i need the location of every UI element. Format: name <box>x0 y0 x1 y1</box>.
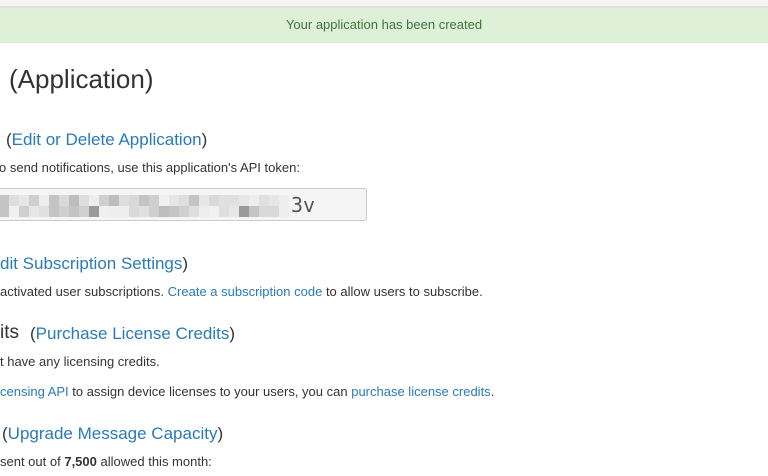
api-token-heading: (Edit or Delete Application) <box>6 130 207 150</box>
redaction-block <box>19 195 29 206</box>
redaction-block <box>199 206 209 217</box>
redaction-block <box>39 195 49 206</box>
subscription-close-paren: ) <box>182 254 189 273</box>
redaction-block <box>189 195 199 206</box>
create-subscription-code-link[interactable]: Create a subscription code <box>168 284 323 299</box>
edit-subscription-settings-link[interactable]: dit Subscription Settings <box>0 254 182 273</box>
redaction-block <box>0 206 9 217</box>
redaction-block <box>179 195 189 206</box>
subscription-text-before: activated user subscriptions. <box>0 284 165 299</box>
page: Your application has been created (Appli… <box>0 0 768 476</box>
licensing-middle-text: to assign device licenses to your users,… <box>72 384 348 399</box>
redaction-block <box>219 206 229 217</box>
licensing-heading-fragment: its <box>0 322 19 343</box>
redaction-block <box>99 195 109 206</box>
redaction-block <box>149 206 159 217</box>
redaction-block <box>249 206 259 217</box>
redaction-block <box>139 195 149 206</box>
redaction-block <box>9 206 19 217</box>
redaction-block <box>189 206 199 217</box>
redaction-block <box>89 206 99 217</box>
redaction-block <box>179 206 189 217</box>
redaction-block <box>169 195 179 206</box>
redaction-block <box>269 206 279 217</box>
redaction-block <box>229 195 239 206</box>
redaction-block <box>119 206 129 217</box>
redaction-block <box>209 195 219 206</box>
redaction-block <box>259 195 269 206</box>
redaction-block <box>169 206 179 217</box>
redaction-block <box>139 206 149 217</box>
licensing-end-period: . <box>490 384 495 399</box>
redaction-block <box>79 206 89 217</box>
message-capacity-text-before: sent out of <box>0 454 61 469</box>
subscription-heading: dit Subscription Settings) <box>0 254 188 274</box>
no-licensing-credits-text: t have any licensing credits. <box>0 354 160 369</box>
redaction-block <box>219 195 229 206</box>
redaction-block <box>39 206 49 217</box>
upgrade-message-capacity-link[interactable]: Upgrade Message Capacity <box>8 424 218 443</box>
redaction-block <box>269 195 279 206</box>
top-border <box>0 0 768 7</box>
redaction-block <box>209 206 219 217</box>
api-token-field[interactable]: 3v <box>0 188 367 221</box>
redaction-block <box>159 206 169 217</box>
purchase-license-credits-inline-link[interactable]: purchase license credits <box>351 384 490 399</box>
redaction-block <box>129 206 139 217</box>
redaction-block <box>49 195 59 206</box>
redaction-block <box>29 206 39 217</box>
redaction-block <box>109 206 119 217</box>
redaction-block <box>239 206 249 217</box>
message-capacity-limit: 7,500 <box>64 454 97 469</box>
api-token-visible-tail: 3v <box>291 193 316 217</box>
edit-or-delete-application-link[interactable]: Edit or Delete Application <box>12 130 202 149</box>
redaction-block <box>119 195 129 206</box>
message-capacity-text: sent out of 7,500 allowed this month: <box>0 454 212 469</box>
success-alert: Your application has been created <box>0 7 768 43</box>
api-token-redaction <box>0 194 291 217</box>
redaction-block <box>259 206 269 217</box>
redaction-block <box>279 206 289 217</box>
licensing-api-text: censing API to assign device licenses to… <box>0 384 494 399</box>
redaction-block <box>99 206 109 217</box>
redaction-block <box>239 195 249 206</box>
subscription-text: activated user subscriptions. Create a s… <box>0 284 483 299</box>
purchase-license-credits-link[interactable]: Purchase License Credits <box>36 324 230 343</box>
redaction-block <box>79 195 89 206</box>
api-token-close-paren: ) <box>201 130 208 149</box>
subscription-text-after: to allow users to subscribe. <box>325 284 483 299</box>
redaction-block <box>109 195 119 206</box>
api-token-description: o send notifications, use this applicati… <box>0 160 300 175</box>
redaction-block <box>199 195 209 206</box>
redaction-block <box>229 206 239 217</box>
licensing-close-paren: ) <box>229 324 236 343</box>
success-alert-message: Your application has been created <box>285 17 483 32</box>
redaction-block <box>159 195 169 206</box>
page-title: (Application) <box>9 64 154 94</box>
redaction-block <box>149 195 159 206</box>
message-capacity-text-after: allowed this month: <box>100 454 212 469</box>
message-capacity-heading: (Upgrade Message Capacity) <box>2 424 223 444</box>
message-capacity-close-paren: ) <box>217 424 224 443</box>
redaction-block <box>0 195 9 206</box>
redaction-block <box>9 195 19 206</box>
redaction-block <box>89 195 99 206</box>
redaction-block <box>59 195 69 206</box>
redaction-block <box>249 195 259 206</box>
redaction-block <box>279 195 289 206</box>
redaction-block <box>69 195 79 206</box>
redaction-block <box>29 195 39 206</box>
redaction-block <box>69 206 79 217</box>
redaction-block <box>129 195 139 206</box>
redaction-block <box>59 206 69 217</box>
licensing-api-link[interactable]: censing API <box>0 384 69 399</box>
licensing-heading-link-group: (Purchase License Credits) <box>30 324 235 344</box>
redaction-block <box>49 206 59 217</box>
redaction-block <box>19 206 29 217</box>
